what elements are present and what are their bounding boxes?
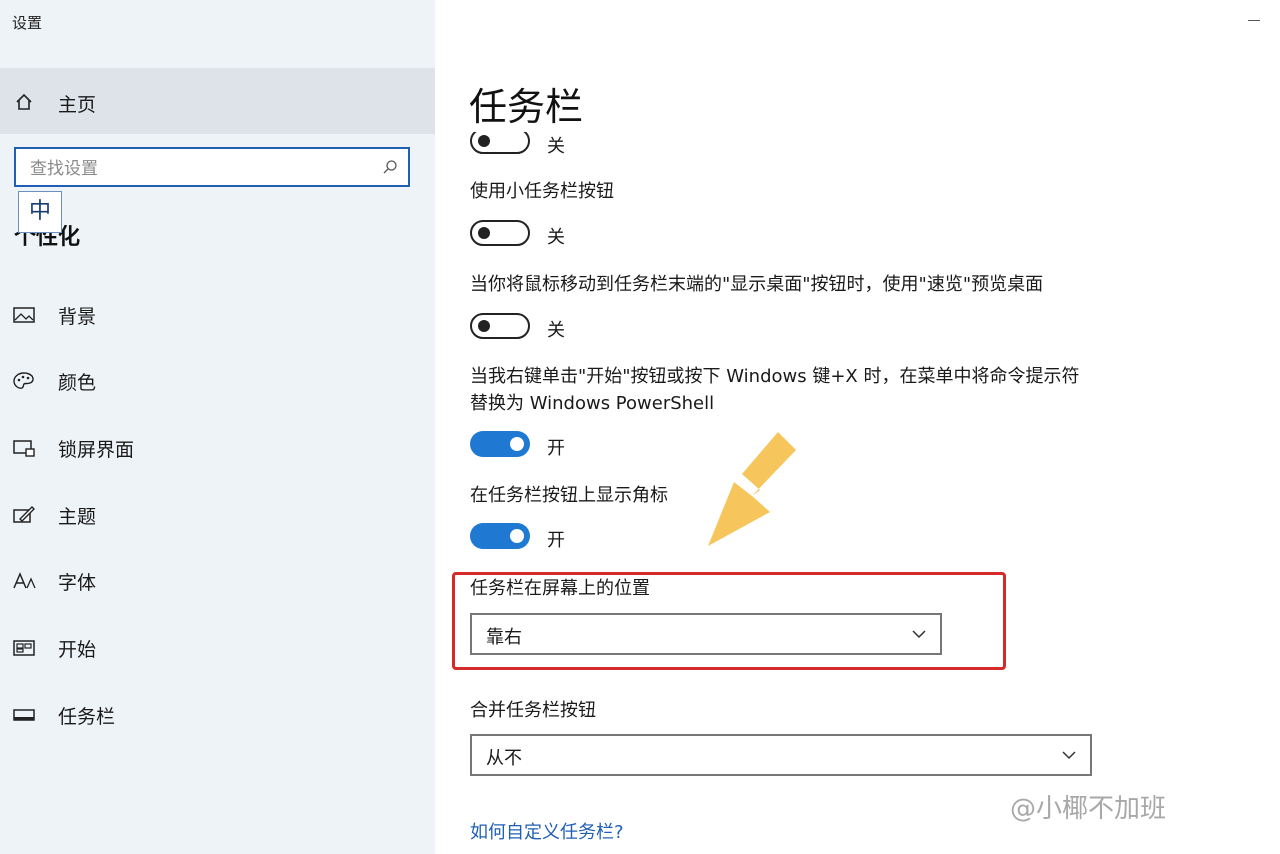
setting-label-badges: 在任务栏按钮上显示角标	[470, 485, 668, 506]
toggle-small-buttons[interactable]	[470, 220, 530, 246]
theme-brush-icon	[13, 506, 35, 523]
combine-label: 合并任务栏按钮	[470, 700, 596, 721]
setting-label-powershell: 当我右键单击"开始"按钮或按下 Windows 键+X 时，在菜单中将命令提示符…	[470, 366, 1080, 414]
main-panel: 任务栏 关 使用小任务栏按钮 关 当你将鼠标移动到任务栏末端的"显示桌面"按钮时…	[435, 0, 1280, 854]
highlight-box	[452, 572, 1006, 670]
sidebar-item-label: 颜色	[58, 372, 97, 394]
start-grid-icon	[13, 640, 35, 656]
toggle-knob	[478, 320, 490, 332]
setting-label-peek: 当你将鼠标移动到任务栏末端的"显示桌面"按钮时，使用"速览"预览桌面	[470, 274, 1044, 295]
toggle-switch[interactable]	[470, 132, 530, 154]
page-title: 任务栏	[469, 85, 584, 129]
combine-dropdown[interactable]: 从不	[470, 734, 1092, 776]
sidebar-item-home[interactable]: 主页	[0, 68, 435, 134]
sidebar: 设置 主页 个性化 中 背景 颜色 锁屏界面	[0, 0, 435, 854]
toggle-state: 开	[547, 438, 565, 459]
chevron-down-icon	[1062, 751, 1076, 760]
sidebar-item-background[interactable]: 背景	[0, 295, 435, 335]
sidebar-item-label: 任务栏	[58, 706, 116, 728]
dropdown-value: 从不	[486, 748, 522, 769]
sidebar-item-label: 主页	[58, 94, 97, 116]
sidebar-item-label: 背景	[58, 306, 97, 328]
taskbar-icon	[13, 709, 35, 721]
help-link[interactable]: 如何自定义任务栏?	[470, 818, 624, 844]
sidebar-item-label: 主题	[58, 506, 97, 528]
toggle-state: 关	[547, 136, 565, 157]
toggle-knob	[478, 227, 490, 239]
toggle-state: 开	[547, 530, 565, 551]
sidebar-item-lock-screen[interactable]: 锁屏界面	[0, 428, 435, 468]
minimize-button[interactable]	[1248, 20, 1260, 21]
sidebar-item-colors[interactable]: 颜色	[0, 361, 435, 401]
toggle-state: 关	[547, 227, 565, 248]
toggle-peek[interactable]	[470, 313, 530, 339]
toggle-state: 关	[547, 320, 565, 341]
palette-icon	[13, 372, 34, 389]
home-icon	[16, 93, 32, 110]
sidebar-item-label: 字体	[58, 572, 97, 594]
sidebar-item-label: 锁屏界面	[58, 439, 135, 461]
sidebar-item-fonts[interactable]: 字体	[0, 561, 435, 601]
arrow-annotation-icon	[708, 432, 796, 546]
toggle-badges[interactable]	[470, 523, 530, 549]
ime-indicator: 中	[18, 191, 62, 233]
toggle-knob	[510, 529, 524, 543]
sidebar-item-themes[interactable]: 主题	[0, 495, 435, 535]
toggle-powershell[interactable]	[470, 431, 530, 457]
image-icon	[13, 307, 35, 323]
search-box[interactable]	[14, 147, 410, 187]
search-input[interactable]	[28, 157, 362, 181]
lock-screen-icon	[13, 440, 35, 457]
watermark: @小椰不加班	[1010, 794, 1167, 824]
sidebar-item-label: 开始	[58, 639, 97, 661]
sidebar-item-taskbar[interactable]: 任务栏	[0, 695, 435, 735]
font-icon	[13, 572, 36, 589]
toggle-knob	[478, 135, 490, 147]
sidebar-item-start[interactable]: 开始	[0, 628, 435, 668]
setting-label-small-buttons: 使用小任务栏按钮	[470, 181, 614, 202]
search-icon[interactable]	[382, 159, 398, 175]
app-title: 设置	[12, 14, 43, 32]
toggle-knob	[510, 437, 524, 451]
